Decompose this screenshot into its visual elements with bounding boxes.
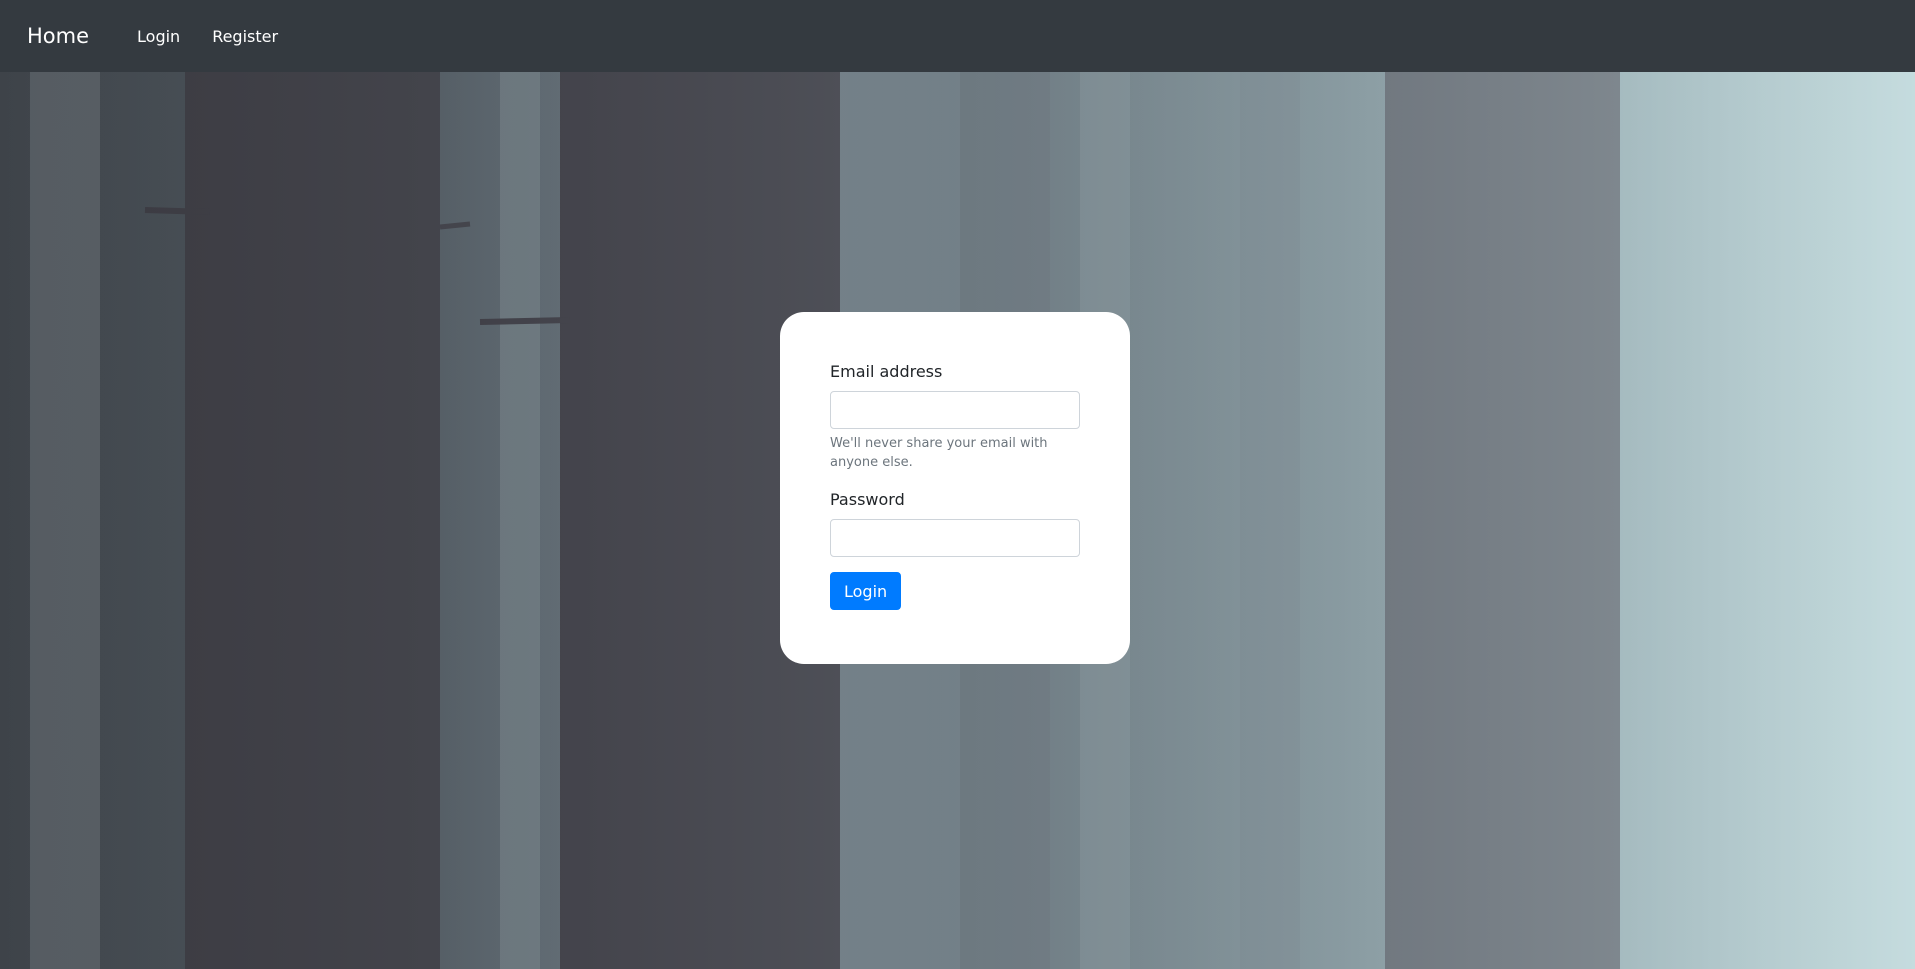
email-help-text: We'll never share your email with anyone… <box>830 436 1048 470</box>
email-field[interactable] <box>830 391 1080 429</box>
login-button[interactable]: Login <box>830 572 902 610</box>
login-card: Email address We'll never share your ema… <box>780 312 1130 664</box>
password-field[interactable] <box>830 519 1080 557</box>
top-navbar: Home Login Register <box>0 0 1915 72</box>
password-label: Password <box>830 490 905 509</box>
nav-register-link[interactable]: Register <box>212 27 278 46</box>
nav-login-link[interactable]: Login <box>137 27 180 46</box>
email-label: Email address <box>830 362 943 381</box>
brand-home-link[interactable]: Home <box>27 24 89 48</box>
